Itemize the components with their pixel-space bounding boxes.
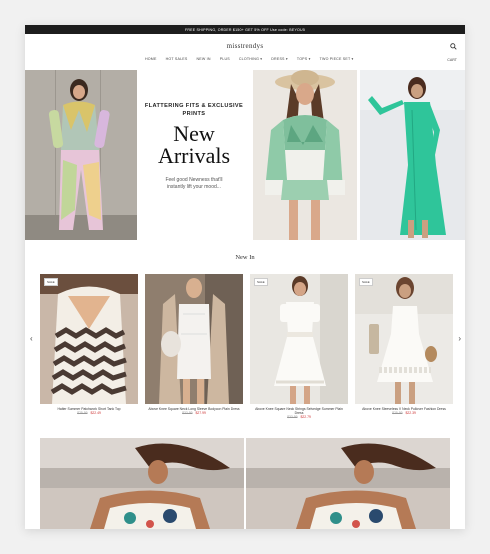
- product-name[interactable]: Above Knee Square Neck Strings Selvedge …: [250, 407, 348, 415]
- hero-title[interactable]: New Arrivals: [138, 123, 250, 167]
- product-old-price: $33.99: [182, 411, 193, 415]
- hero-tagline: FLATTERING FITS & EXCLUSIVE PRINTS: [144, 103, 244, 117]
- product-image[interactable]: SALE: [355, 274, 453, 404]
- product-price: $33.99 $27.99: [145, 411, 243, 416]
- product-card[interactable]: SALE Above Knee Sleeveless V Neck Pullov…: [355, 274, 453, 416]
- nav-item-home[interactable]: HOME: [145, 57, 157, 64]
- sale-badge: SALE: [254, 278, 268, 286]
- nav-item-tops[interactable]: TOPS ▾: [297, 57, 311, 64]
- promo-banner-right[interactable]: [246, 438, 450, 529]
- hero-title-line-2: Arrivals: [157, 143, 231, 168]
- announcement-text: FREE SHIPPING, ORDER $150+ GET 5% OFF Us…: [184, 27, 306, 32]
- product-old-price: $25.99: [392, 411, 403, 415]
- nav-item-clothing[interactable]: CLOTHING ▾: [239, 57, 262, 64]
- product-sale-price: $27.99: [195, 411, 206, 415]
- nav-item-dress[interactable]: DRESS ▾: [271, 57, 288, 64]
- product-image[interactable]: [145, 274, 243, 404]
- hero-image-right[interactable]: [360, 70, 465, 240]
- product-old-price: $25.99: [77, 411, 88, 415]
- section-title-new-in: New In: [235, 254, 255, 261]
- product-sale-price: $22.49: [90, 411, 101, 415]
- nav-item-new-in[interactable]: NEW IN: [197, 57, 211, 64]
- chevron-left-icon[interactable]: ‹: [30, 334, 33, 343]
- product-card[interactable]: SALE Halter Summer Patchwork Short Tank …: [40, 274, 138, 416]
- product-price: $25.99 $22.39: [355, 411, 453, 416]
- brand-logo[interactable]: misstrendys: [25, 42, 465, 50]
- promo-banner-left[interactable]: [40, 438, 244, 529]
- hero-image-left[interactable]: [25, 70, 137, 240]
- product-old-price: $33.99: [287, 415, 298, 419]
- product-price: $25.99 $22.49: [40, 411, 138, 416]
- product-price: $33.99 $22.79: [250, 415, 348, 420]
- product-image[interactable]: SALE: [250, 274, 348, 404]
- nav-item-two-piece-set[interactable]: TWO PIECE SET ▾: [320, 57, 354, 64]
- hero-image-middle[interactable]: [253, 70, 357, 240]
- hero-subtitle: Feel good Newness that'll instantly lift…: [165, 177, 223, 190]
- cart-link[interactable]: CART: [447, 58, 457, 62]
- product-card[interactable]: SALE Above Knee Square Neck Strings Selv…: [250, 274, 348, 420]
- sale-badge: SALE: [359, 278, 373, 286]
- product-sale-price: $22.79: [300, 415, 311, 419]
- chevron-right-icon[interactable]: ›: [458, 334, 461, 343]
- nav-item-plus[interactable]: PLUS: [220, 57, 230, 64]
- main-nav: HOME HOT SALES NEW IN PLUS CLOTHING ▾ DR…: [145, 57, 354, 64]
- hero-title-line-1: New: [173, 121, 215, 146]
- search-icon[interactable]: [450, 43, 457, 50]
- nav-item-hot-sales[interactable]: HOT SALES: [166, 57, 188, 64]
- page-frame: FREE SHIPPING, ORDER $150+ GET 5% OFF Us…: [25, 25, 465, 529]
- sale-badge: SALE: [44, 278, 58, 286]
- product-sale-price: $22.39: [405, 411, 416, 415]
- product-card[interactable]: Above Knee Square Neck Long Sleeve Bodyc…: [145, 274, 243, 416]
- announcement-bar: FREE SHIPPING, ORDER $150+ GET 5% OFF Us…: [25, 25, 465, 34]
- hero-text-panel: FLATTERING FITS & EXCLUSIVE PRINTS New A…: [138, 70, 250, 240]
- product-image[interactable]: SALE: [40, 274, 138, 404]
